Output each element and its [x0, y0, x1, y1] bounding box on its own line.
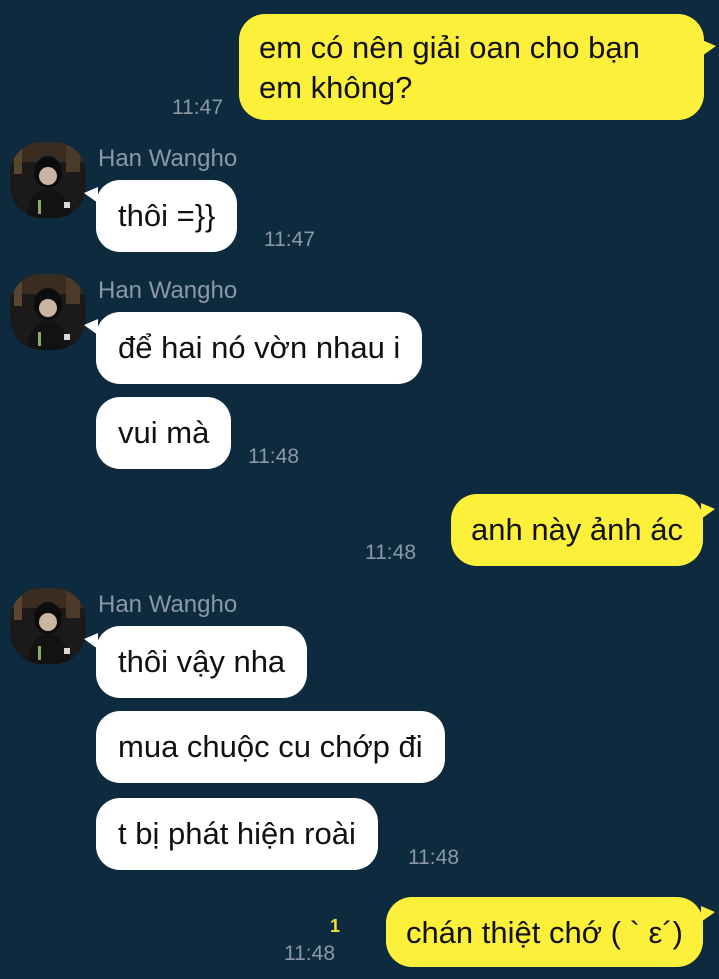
message-text: mua chuộc cu chớp đi	[118, 729, 423, 764]
message-text-line-1: em có nên giải oan cho bạn	[259, 30, 640, 65]
bubble-tail	[702, 40, 716, 56]
incoming-message-bubble[interactable]: để hai nó vờn nhau i	[96, 312, 423, 384]
message-time: 11:48	[365, 541, 416, 564]
unread-count: 1	[330, 916, 341, 936]
sender-name: Han Wangho	[98, 277, 238, 304]
incoming-message-bubble[interactable]: vui mà	[96, 397, 232, 469]
message-time: 11:47	[172, 96, 223, 119]
message-time: 11:48	[408, 846, 459, 869]
message-text-line-2: em không?	[259, 70, 413, 105]
message-time: 11:47	[264, 228, 315, 251]
profile-photo-icon	[10, 274, 86, 350]
message-time: 11:48	[248, 445, 299, 468]
message-text: chán thiệt chớ ( ` ε´)	[405, 915, 683, 950]
incoming-message-bubble[interactable]: thôi vậy nha	[96, 626, 308, 698]
bubble-tail	[701, 906, 715, 922]
bubble-tail	[701, 503, 715, 519]
outgoing-message-bubble[interactable]: em có nên giải oan cho bạn em không?	[239, 14, 704, 120]
message-text: anh này ảnh ác	[470, 512, 683, 547]
message-text: t bị phát hiện roài	[118, 816, 356, 851]
sender-name: Han Wangho	[98, 145, 238, 172]
message-text: thôi =}}	[118, 198, 216, 233]
outgoing-message-bubble[interactable]: chán thiệt chớ ( ` ε´)	[385, 897, 703, 967]
message-text: để hai nó vờn nhau i	[118, 330, 401, 365]
contact-avatar[interactable]	[10, 142, 86, 218]
incoming-message-bubble[interactable]: mua chuộc cu chớp đi	[96, 711, 445, 783]
incoming-message-bubble[interactable]: thôi =}}	[96, 180, 238, 252]
incoming-message-bubble[interactable]: t bị phát hiện roài	[96, 798, 378, 870]
outgoing-message-bubble[interactable]: anh này ảnh ác	[450, 494, 703, 566]
contact-avatar[interactable]	[10, 274, 86, 350]
profile-photo-icon	[10, 142, 86, 218]
sender-name: Han Wangho	[98, 591, 238, 618]
message-time: 11:48	[284, 942, 335, 965]
message-text: vui mà	[118, 415, 210, 450]
profile-photo-icon	[10, 588, 86, 664]
message-text: thôi vậy nha	[118, 644, 286, 679]
contact-avatar[interactable]	[10, 588, 86, 664]
